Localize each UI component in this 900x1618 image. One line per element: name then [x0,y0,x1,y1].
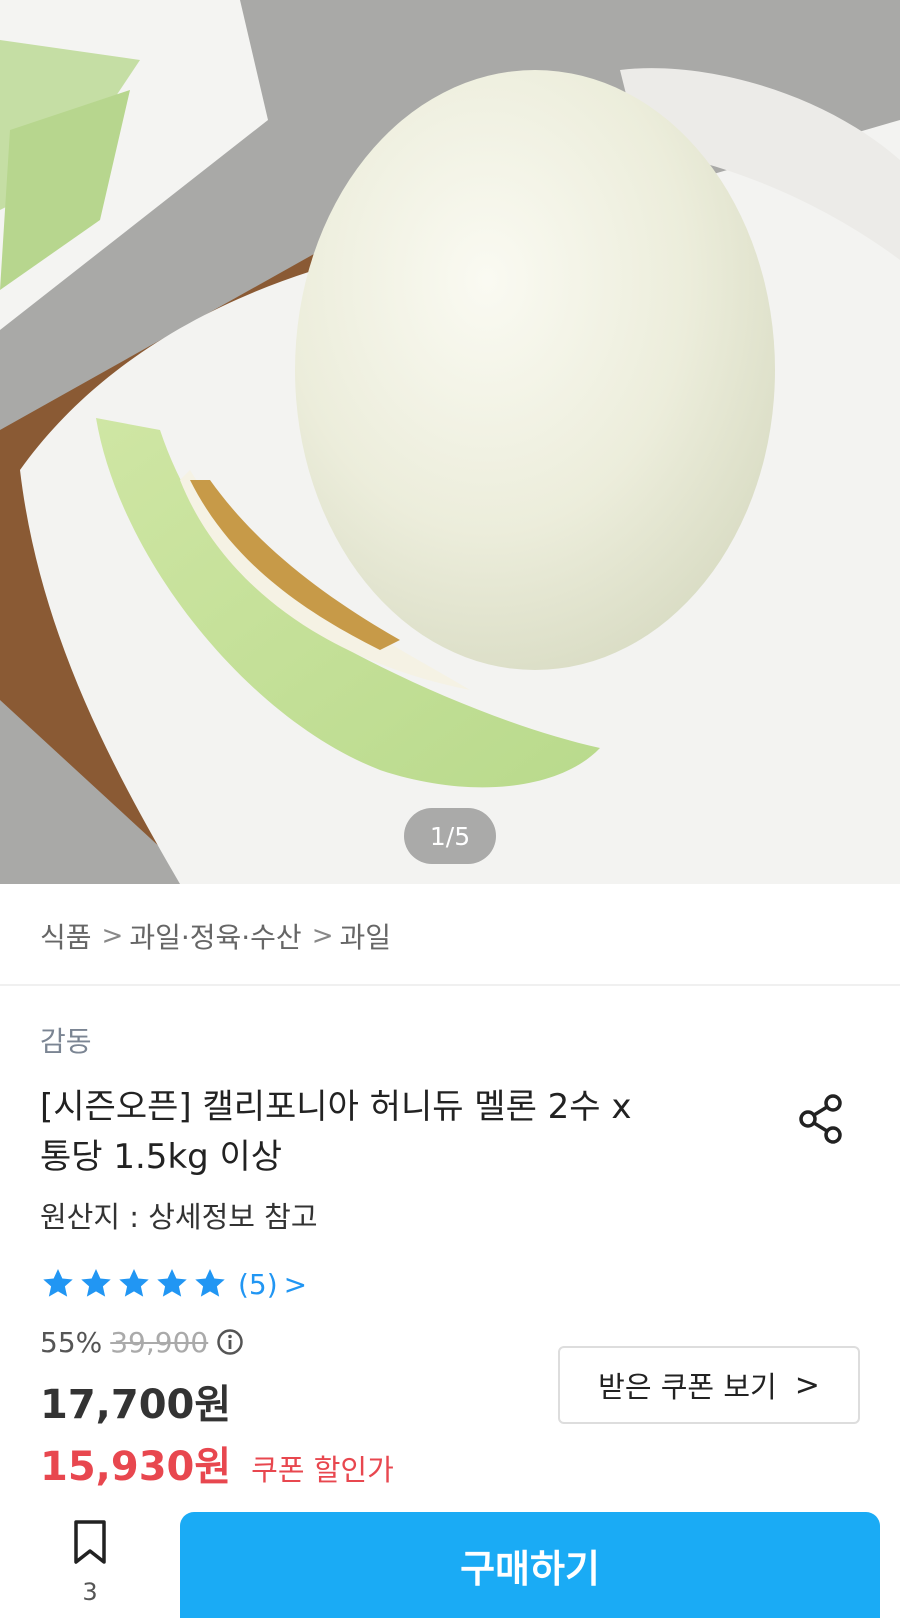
share-icon [799,1094,842,1144]
image-page-indicator: 1/5 [404,808,496,864]
view-coupons-label: 받은 쿠폰 보기 [598,1370,777,1404]
sale-price: 17,700원 [40,1382,232,1428]
buy-button[interactable]: 구매하기 [180,1512,880,1618]
section-divider [0,984,900,986]
breadcrumb-separator-icon: > [101,921,124,951]
review-count-link[interactable]: (5) [238,1268,278,1301]
product-title-line1: [시즌오픈] 캘리포니아 허니듀 멜론 2수 x [40,1087,632,1127]
rating-row[interactable]: (5) > [40,1264,307,1304]
info-icon[interactable] [216,1328,244,1356]
product-photo [0,0,900,884]
breadcrumb: 식품 > 과일·정육·수산 > 과일 [40,912,391,960]
star-icon [43,1269,73,1297]
product-title-line2: 통당 1.5kg 이상 [40,1137,283,1177]
breadcrumb-item-fruit[interactable]: 과일 [340,916,392,956]
origin-info: 원산지 : 상세정보 참고 [40,1200,318,1234]
star-icon [81,1269,111,1297]
chevron-right-icon: > [794,1367,820,1403]
product-image-carousel[interactable]: 1/5 [0,0,900,884]
chevron-right-icon: > [283,1267,308,1301]
breadcrumb-separator-icon: > [311,921,334,951]
bookmark-count: 3 [82,1578,98,1606]
product-title: [시즌오픈] 캘리포니아 허니듀 멜론 2수 x 통당 1.5kg 이상 [40,1082,740,1182]
breadcrumb-item-fresh[interactable]: 과일·정육·수산 [129,916,301,956]
breadcrumb-item-food[interactable]: 식품 [40,916,92,956]
discount-row: 55% 39,900 [40,1322,244,1362]
view-coupons-button[interactable]: 받은 쿠폰 보기 > [558,1346,860,1424]
coupon-price-label: 쿠폰 할인가 [251,1453,394,1487]
star-icon [157,1269,187,1297]
bookmark-icon [74,1520,106,1564]
coupon-price: 15,930원 [40,1444,232,1490]
bookmark-button[interactable]: 3 [60,1518,120,1616]
original-price: 39,900 [110,1325,209,1359]
star-rating [40,1266,228,1302]
coupon-price-row: 15,930원 쿠폰 할인가 [40,1434,394,1492]
discount-rate: 55% [40,1325,103,1359]
share-button[interactable] [796,1092,846,1146]
star-icon [195,1269,225,1297]
brand-name[interactable]: 감동 [40,1020,92,1060]
star-icon [119,1269,149,1297]
